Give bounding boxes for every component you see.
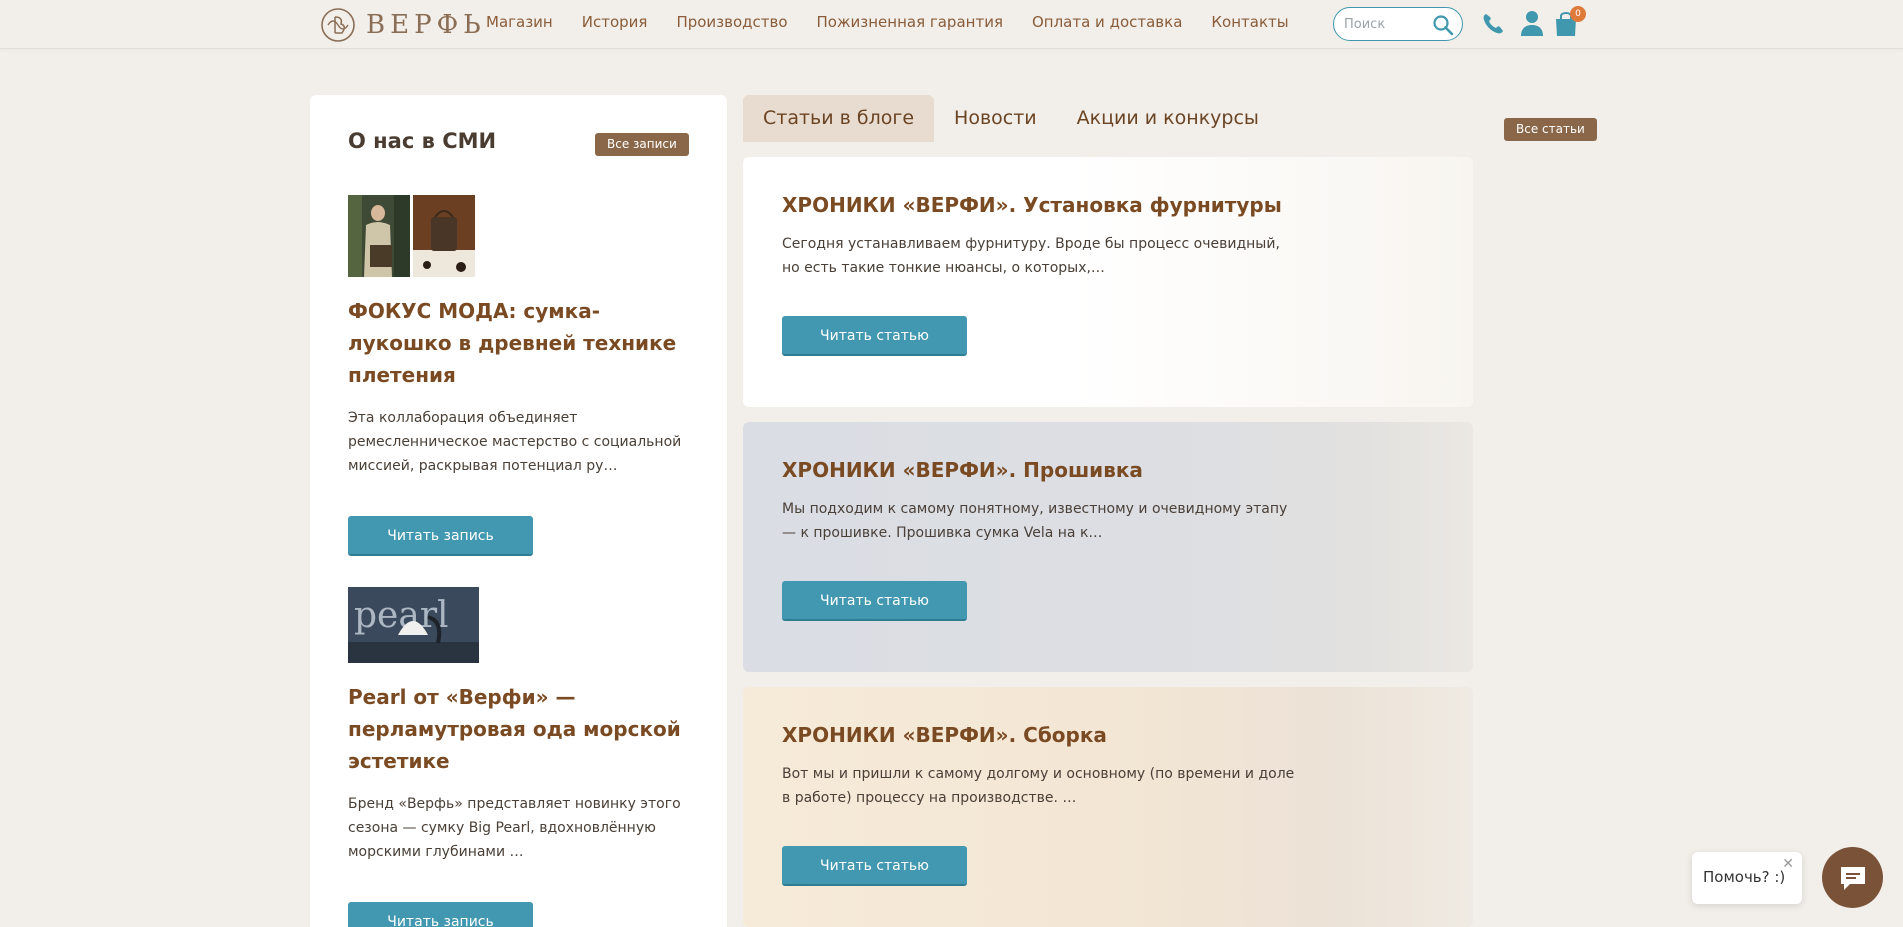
search-input[interactable] xyxy=(1344,16,1434,32)
nav-production[interactable]: Производство xyxy=(676,13,787,31)
logo[interactable]: ВЕРФЬ xyxy=(320,7,486,43)
media-thumbnail-photo[interactable]: pearl xyxy=(348,587,479,663)
media-item-title[interactable]: Pearl от «Верфи» — перламутровая ода мор… xyxy=(348,681,698,777)
read-record-button[interactable]: Читать запись xyxy=(348,516,533,556)
search-icon[interactable] xyxy=(1432,14,1454,36)
article-title[interactable]: ХРОНИКИ «ВЕРФИ». Установка фурнитуры xyxy=(782,193,1282,217)
help-popup[interactable]: Помочь? :) ✕ xyxy=(1692,852,1802,904)
user-icon[interactable] xyxy=(1519,9,1545,37)
tab-promotions[interactable]: Акции и конкурсы xyxy=(1057,95,1279,142)
nav-history[interactable]: История xyxy=(582,13,648,31)
help-text: Помочь? :) xyxy=(1703,868,1786,886)
media-thumbnails xyxy=(348,195,698,277)
read-record-button[interactable]: Читать запись xyxy=(348,902,533,927)
chat-icon xyxy=(1840,866,1865,890)
all-media-button[interactable]: Все записи xyxy=(595,133,689,156)
media-item-excerpt: Эта коллаборация объединяет ремесленниче… xyxy=(348,410,682,474)
article-card: ХРОНИКИ «ВЕРФИ». Установка фурнитуры Сег… xyxy=(743,157,1473,407)
article-excerpt: Сегодня устанавливаем фурнитуру. Вроде б… xyxy=(782,236,1280,276)
read-article-button[interactable]: Читать статью xyxy=(782,316,967,356)
read-article-button[interactable]: Читать статью xyxy=(782,846,967,886)
phone-icon[interactable] xyxy=(1481,12,1505,36)
article-card: ХРОНИКИ «ВЕРФИ». Сборка Вот мы и пришли … xyxy=(743,687,1473,927)
nav-contacts[interactable]: Контакты xyxy=(1211,13,1288,31)
logo-icon xyxy=(321,8,355,42)
media-section: О нас в СМИ Все записи ФОКУС МОДА: сумка… xyxy=(310,95,727,927)
nav-shop[interactable]: Магазин xyxy=(486,13,553,31)
media-thumbnail-photo[interactable] xyxy=(413,195,475,277)
media-section-title: О нас в СМИ xyxy=(348,129,497,153)
media-item: ФОКУС МОДА: сумка-лукошко в древней техн… xyxy=(348,195,698,556)
nav-warranty[interactable]: Пожизненная гарантия xyxy=(817,13,1003,31)
article-title[interactable]: ХРОНИКИ «ВЕРФИ». Сборка xyxy=(782,723,1107,747)
tab-news[interactable]: Новости xyxy=(934,95,1057,142)
chat-button[interactable] xyxy=(1822,847,1883,908)
cart-count-badge: 0 xyxy=(1570,6,1586,22)
article-card: ХРОНИКИ «ВЕРФИ». Прошивка Мы подходим к … xyxy=(743,422,1473,672)
media-item-excerpt: Бренд «Верфь» представляет новинку этого… xyxy=(348,796,681,860)
site-header: ВЕРФЬ Магазин История Производство Пожиз… xyxy=(0,0,1903,49)
blog-tabs: Статьи в блоге Новости Акции и конкурсы xyxy=(743,95,1279,142)
article-excerpt: Вот мы и пришли к самому долгому и основ… xyxy=(782,766,1295,806)
read-article-button[interactable]: Читать статью xyxy=(782,581,967,621)
article-title[interactable]: ХРОНИКИ «ВЕРФИ». Прошивка xyxy=(782,458,1143,482)
main-nav: Магазин История Производство Пожизненная… xyxy=(486,13,1318,31)
media-thumbnails: pearl xyxy=(348,587,698,663)
all-articles-button[interactable]: Все статьи xyxy=(1504,118,1597,141)
search-box xyxy=(1333,7,1463,41)
media-item: pearl Pearl от «Верфи» — перламутровая о… xyxy=(348,587,698,927)
nav-payment-delivery[interactable]: Оплата и доставка xyxy=(1032,13,1182,31)
close-icon[interactable]: ✕ xyxy=(1782,856,1794,872)
logo-text: ВЕРФЬ xyxy=(366,10,486,40)
article-excerpt: Мы подходим к самому понятному, известно… xyxy=(782,501,1288,541)
media-item-title[interactable]: ФОКУС МОДА: сумка-лукошко в древней техн… xyxy=(348,295,698,391)
media-thumbnail-photo[interactable] xyxy=(348,195,410,277)
tab-blog-articles[interactable]: Статьи в блоге xyxy=(743,95,935,142)
